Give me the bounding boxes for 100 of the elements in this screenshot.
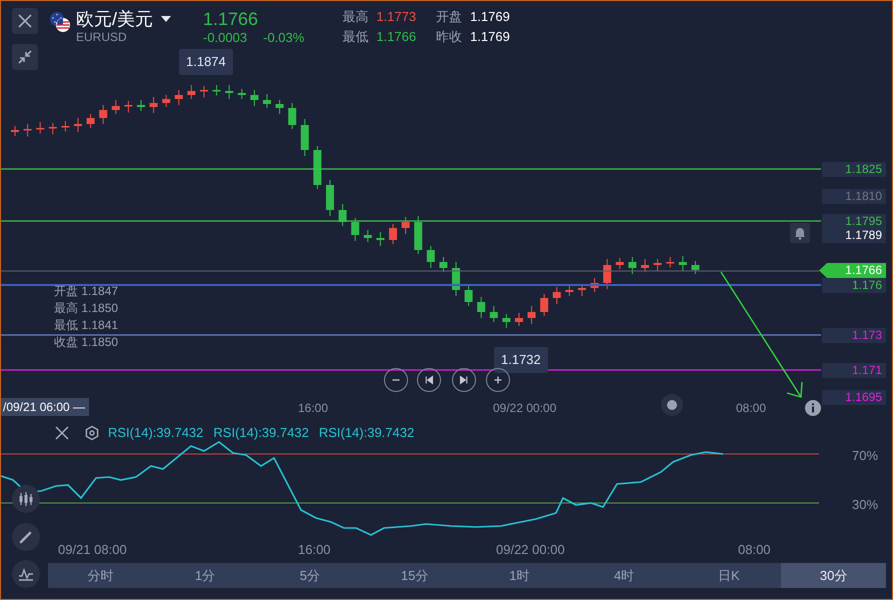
candle <box>300 118 309 156</box>
flag-icon <box>49 11 71 33</box>
candle <box>313 146 322 190</box>
candle <box>490 306 498 322</box>
time-axis-label: 09/22 00:00 <box>493 400 556 417</box>
stat-value: 1.1769 <box>470 28 510 46</box>
close-icon <box>17 13 33 29</box>
zoom-in-button[interactable] <box>486 368 510 392</box>
ohlc-info-line: 最高 1.1850 <box>54 300 118 317</box>
candle <box>238 88 246 100</box>
candle <box>678 256 687 272</box>
candle <box>528 306 536 324</box>
collapse-icon <box>17 49 33 65</box>
price-level-line[interactable] <box>1 220 821 222</box>
candle <box>187 84 196 100</box>
indicator-button[interactable] <box>12 560 40 588</box>
line-chart-icon <box>18 566 34 582</box>
record-button[interactable] <box>661 394 683 416</box>
ohlc-info-line: 收盘 1.1850 <box>54 334 118 351</box>
stat-label: 开盘 <box>436 8 462 26</box>
settings-icon[interactable] <box>84 424 100 441</box>
price-change: -0.0003 <box>203 30 248 46</box>
candle <box>578 284 586 296</box>
timeframe-tab[interactable]: 分时 <box>48 563 153 588</box>
high-price-marker: 1.1874 <box>179 49 233 74</box>
candle <box>276 100 284 114</box>
candle <box>137 100 145 112</box>
crosshair-time-label: /09/21 06:00 — <box>1 398 90 416</box>
candle <box>552 286 561 304</box>
timeframe-tab[interactable]: 日K <box>676 563 782 588</box>
candle <box>389 224 397 244</box>
time-axis-label: 09/22 00:00 <box>496 541 565 559</box>
candle <box>61 120 70 132</box>
bell-icon[interactable] <box>790 223 810 243</box>
candle <box>603 258 612 290</box>
ohlc-info-line: 最低 1.1841 <box>54 317 118 334</box>
candle <box>48 122 57 135</box>
candle <box>124 100 132 113</box>
candle <box>263 94 271 108</box>
collapse-button[interactable] <box>12 44 38 70</box>
price-level-line[interactable] <box>1 334 821 336</box>
jump-end-button[interactable] <box>452 368 476 392</box>
candle <box>666 256 674 268</box>
price-axis-label: 1.1695 <box>822 390 886 405</box>
stat-label: 昨收 <box>436 28 462 46</box>
zoom-out-button[interactable] <box>384 368 408 392</box>
price-axis-label: 1.1810 <box>822 189 886 204</box>
candlestick-button[interactable] <box>12 485 40 513</box>
price-level-label: 1.176 <box>822 278 886 293</box>
timeframe-tab[interactable]: 15分 <box>362 563 467 588</box>
time-axis-label: 16:00 <box>298 400 328 417</box>
timeframe-tab[interactable]: 30分 <box>781 563 886 588</box>
stat-label: 最低 <box>342 28 368 46</box>
info-icon[interactable] <box>805 400 821 416</box>
candle <box>86 114 95 128</box>
candle <box>99 104 108 124</box>
candle <box>11 126 19 136</box>
pencil-button[interactable] <box>12 523 40 551</box>
rsi-value-label: RSI(14):39.7432 <box>108 424 204 442</box>
close-button[interactable] <box>12 8 38 34</box>
candle <box>426 246 435 268</box>
candle <box>641 258 649 272</box>
rsi-level-label: 30% <box>852 496 878 514</box>
candle <box>502 314 510 328</box>
candle <box>24 124 32 137</box>
candle <box>364 230 372 242</box>
candle <box>402 216 410 234</box>
caret-icon <box>161 16 172 22</box>
candle <box>174 90 183 106</box>
candle <box>200 86 208 98</box>
stat-value: 1.1773 <box>376 8 416 26</box>
jump-start-button[interactable] <box>417 368 441 392</box>
time-axis-label: 08:00 <box>736 400 766 417</box>
candle <box>326 180 334 216</box>
pair-dropdown[interactable]: 欧元/美元 <box>76 8 172 30</box>
rsi-level-label: 70% <box>852 447 878 465</box>
candle <box>338 204 347 226</box>
timeframe-tab[interactable]: 1分 <box>152 563 258 588</box>
ohlc-info-line: 开盘 1.1847 <box>54 283 118 300</box>
pencil-icon <box>18 529 34 545</box>
close-icon[interactable] <box>54 424 70 441</box>
timeframe-tab[interactable]: 4时 <box>572 563 676 588</box>
candle <box>515 312 523 326</box>
time-axis-label: 16:00 <box>298 541 331 559</box>
price-level-label: 1.173 <box>822 328 886 343</box>
candle <box>540 294 548 316</box>
price-level-line[interactable] <box>1 168 821 170</box>
candlestick-icon <box>18 491 34 507</box>
rsi-value-label: RSI(14):39.7432 <box>318 424 414 442</box>
time-axis-label: 09/21 08:00 <box>58 541 127 559</box>
percent-change: -0.03% <box>263 30 304 46</box>
price-axis-label: 1.1789 <box>822 228 886 243</box>
low-price-marker: 1.1732 <box>494 347 548 372</box>
timeframe-tab[interactable]: 1时 <box>467 563 572 588</box>
candle <box>414 216 422 254</box>
candle <box>452 262 460 296</box>
current-price-badge: 1.1766 <box>819 263 886 278</box>
timeframe-tab[interactable]: 5分 <box>258 563 362 588</box>
candle <box>288 102 296 130</box>
candle <box>691 260 700 274</box>
